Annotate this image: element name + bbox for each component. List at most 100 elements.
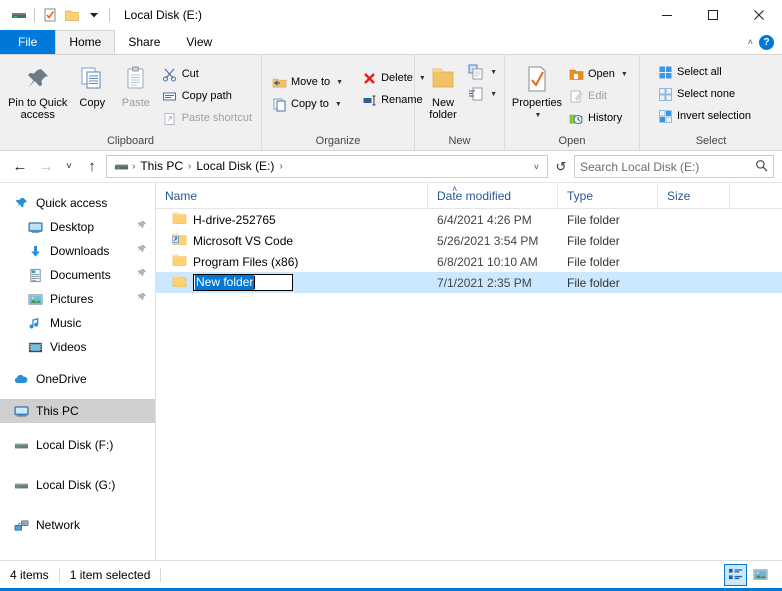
easy-access-icon [468, 86, 484, 102]
file-name-cell[interactable]: Program Files (x86) [156, 253, 428, 270]
select-all-label: Select all [677, 66, 722, 78]
copy-button[interactable]: Copy [70, 59, 114, 109]
open-button[interactable]: Open ▼ [564, 63, 632, 85]
sidebar-item-videos[interactable]: Videos [0, 335, 155, 359]
breadcrumb[interactable]: › This PC › Local Disk (E:) › ˅ [106, 155, 548, 178]
help-icon[interactable]: ? [759, 35, 774, 50]
music-icon [26, 315, 44, 331]
up-button[interactable]: ↑ [80, 155, 104, 179]
minimize-button[interactable] [644, 0, 690, 30]
copy-path-button[interactable]: Copy path [158, 85, 256, 107]
pin-icon[interactable] [136, 292, 147, 306]
chevron-down-icon[interactable]: ▼ [336, 79, 343, 86]
properties-icon[interactable] [39, 4, 61, 26]
pin-icon[interactable] [136, 244, 147, 258]
breadcrumb-item-local-disk-e[interactable]: Local Disk (E:) [192, 156, 278, 177]
copy-to-button[interactable]: Copy to ▼ [267, 93, 347, 115]
tab-share[interactable]: Share [115, 30, 173, 54]
file-name-cell[interactable]: New folder [156, 274, 428, 291]
new-folder-button[interactable]: New folder [420, 59, 466, 121]
sidebar-item-label: Pictures [50, 292, 93, 306]
copy-to-label: Copy to [291, 98, 329, 110]
invert-selection-button[interactable]: Invert selection [653, 105, 755, 127]
tab-view[interactable]: View [173, 30, 225, 54]
forward-button[interactable]: → [34, 155, 58, 179]
select-all-button[interactable]: Select all [653, 61, 755, 83]
column-header-date-modified[interactable]: Date modified [428, 183, 558, 209]
pin-to-quick-access-button[interactable]: Pin to Quick access [5, 59, 70, 121]
new-item-button[interactable]: ▼ [466, 61, 499, 83]
rename-input[interactable]: New folder [193, 274, 293, 291]
file-type-cell: File folder [558, 255, 658, 269]
recent-locations-button[interactable]: ˅ [60, 155, 78, 179]
pin-icon [23, 62, 53, 94]
select-all-icon [657, 64, 673, 80]
close-button[interactable] [736, 0, 782, 30]
window-title: Local Disk (E:) [124, 8, 202, 22]
view-buttons [724, 564, 772, 586]
sidebar-item-onedrive[interactable]: OneDrive [0, 367, 155, 391]
refresh-button[interactable]: ↺ [550, 155, 572, 178]
new-folder-icon[interactable] [61, 4, 83, 26]
sidebar-item-this-pc[interactable]: This PC [0, 399, 155, 423]
sidebar-item-documents[interactable]: Documents [0, 263, 155, 287]
quick-access-toolbar [8, 4, 114, 26]
chevron-down-icon[interactable]: ▼ [535, 110, 542, 122]
chevron-down-icon[interactable]: ▼ [490, 91, 497, 98]
pin-icon[interactable] [136, 220, 147, 234]
sidebar-item-local-disk-f[interactable]: Local Disk (F:) [0, 433, 155, 457]
large-icons-view-button[interactable] [749, 564, 772, 586]
back-button[interactable]: ← [8, 155, 32, 179]
sidebar-item-local-disk-g[interactable]: Local Disk (G:) [0, 473, 155, 497]
column-header-size[interactable]: Size [658, 183, 730, 209]
file-name-cell[interactable]: H-drive-252765 [156, 211, 428, 228]
properties-button[interactable]: Properties ▼ [510, 59, 564, 122]
edit-button[interactable]: Edit [564, 85, 632, 107]
column-header-type[interactable]: Type [558, 183, 658, 209]
column-header-name[interactable]: Name [156, 183, 428, 209]
sidebar-item-quick-access[interactable]: Quick access [0, 191, 155, 215]
new-folder-icon [428, 62, 458, 94]
tab-home[interactable]: Home [55, 30, 115, 54]
breadcrumb-separator[interactable]: › [278, 161, 283, 172]
search-input[interactable]: Search Local Disk (E:) [574, 155, 774, 178]
breadcrumb-drive-icon[interactable] [112, 159, 131, 174]
table-row[interactable]: Program Files (x86) 6/8/2021 10:10 AM Fi… [156, 251, 782, 272]
file-name-cell[interactable]: Microsoft VS Code [156, 232, 428, 249]
breadcrumb-item-this-pc[interactable]: This PC [136, 156, 187, 177]
cut-button[interactable]: Cut [158, 63, 256, 85]
delete-label: Delete [381, 72, 413, 84]
drive-icon[interactable] [8, 4, 30, 26]
breadcrumb-dropdown-icon[interactable]: ˅ [528, 162, 545, 172]
history-button[interactable]: History [564, 107, 632, 129]
customize-qat-icon[interactable] [83, 4, 105, 26]
sidebar-item-desktop[interactable]: Desktop [0, 215, 155, 239]
chevron-down-icon[interactable]: ▼ [490, 69, 497, 76]
column-headers: Name Date modified Type Size ˄ [156, 183, 782, 209]
search-icon[interactable] [755, 159, 768, 175]
folder-icon [172, 274, 187, 291]
select-none-button[interactable]: Select none [653, 83, 755, 105]
table-row[interactable]: H-drive-252765 6/4/2021 4:26 PM File fol… [156, 209, 782, 230]
pin-icon[interactable] [136, 268, 147, 282]
file-name-label: Microsoft VS Code [193, 234, 293, 248]
table-row[interactable]: Microsoft VS Code 5/26/2021 3:54 PM File… [156, 230, 782, 251]
sidebar-item-music[interactable]: Music [0, 311, 155, 335]
clipboard-body: Pin to Quick access Copy [0, 55, 261, 135]
maximize-button[interactable] [690, 0, 736, 30]
paste-shortcut-button[interactable]: Paste shortcut [158, 107, 256, 129]
sidebar-item-downloads[interactable]: Downloads [0, 239, 155, 263]
tab-file[interactable]: File [0, 30, 55, 54]
ribbon-tabs: File Home Share View ˄ ? [0, 30, 782, 54]
chevron-down-icon[interactable]: ▼ [335, 101, 342, 108]
collapse-ribbon-icon[interactable]: ˄ [748, 37, 753, 47]
details-view-button[interactable] [724, 564, 747, 586]
rename-icon [361, 92, 377, 108]
move-to-button[interactable]: Move to ▼ [267, 71, 347, 93]
sidebar-item-pictures[interactable]: Pictures [0, 287, 155, 311]
sidebar-item-network[interactable]: Network [0, 513, 155, 537]
paste-button[interactable]: Paste [114, 59, 158, 109]
table-row[interactable]: New folder 7/1/2021 2:35 PM File folder [156, 272, 782, 293]
chevron-down-icon[interactable]: ▼ [621, 71, 628, 78]
easy-access-button[interactable]: ▼ [466, 83, 499, 105]
